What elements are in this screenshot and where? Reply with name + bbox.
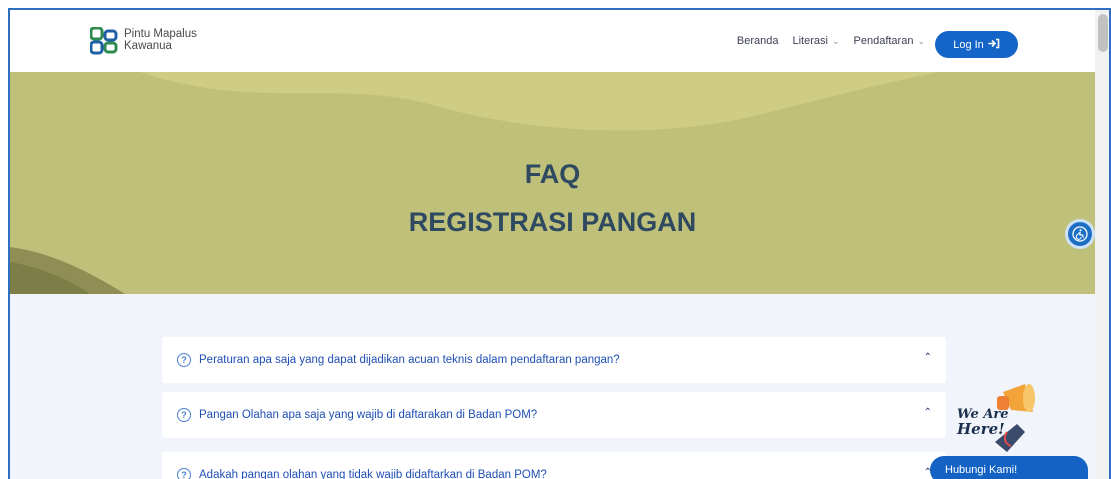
brand-name: Pintu Mapalus Kawanua xyxy=(124,27,197,52)
faq-question: Pangan Olahan apa saja yang wajib di daf… xyxy=(199,409,538,421)
contact-us-button[interactable]: Hubungi Kami! xyxy=(930,456,1088,479)
nav-item-literasi[interactable]: Literasi ⌄ xyxy=(793,35,840,47)
hero-subtitle: REGISTRASI PANGAN xyxy=(408,207,697,237)
chevron-down-icon: ⌄ xyxy=(831,35,840,46)
page-scrollbar[interactable] xyxy=(1095,10,1109,479)
nav-item-pendaftaran[interactable]: Pendaftaran ⌄ xyxy=(854,35,925,47)
logo-icon xyxy=(89,26,118,55)
we-are-here-widget[interactable]: We Are Here! xyxy=(955,382,1045,462)
nav-item-beranda[interactable]: Beranda xyxy=(737,35,779,47)
contact-label: Hubungi Kami! xyxy=(945,464,1018,476)
login-button[interactable]: Log In xyxy=(935,31,1018,58)
browser-viewport: Pintu Mapalus Kawanua Beranda Literasi ⌄… xyxy=(8,8,1111,479)
brand-logo[interactable]: Pintu Mapalus Kawanua xyxy=(89,26,197,55)
question-icon: ? xyxy=(177,353,191,367)
main-nav: Beranda Literasi ⌄ Pendaftaran ⌄ xyxy=(723,35,925,47)
we-are-here-text: We Are Here! xyxy=(957,408,1009,438)
faq-question: Peraturan apa saja yang dapat dijadikan … xyxy=(199,354,620,366)
chevron-up-icon[interactable]: ⌃ xyxy=(924,407,932,418)
nav-label: Pendaftaran xyxy=(853,35,914,47)
scrollbar-thumb[interactable] xyxy=(1098,14,1108,52)
question-icon: ? xyxy=(177,468,191,479)
faq-question: Adakah pangan olahan yang tidak wajib di… xyxy=(199,469,547,479)
faq-item[interactable]: ? Peraturan apa saja yang dapat dijadika… xyxy=(162,337,946,383)
login-label: Log In xyxy=(953,38,984,51)
hero-title: FAQ xyxy=(524,159,581,189)
faq-item[interactable]: ? Adakah pangan olahan yang tidak wajib … xyxy=(162,452,946,479)
brand-line1: Pintu Mapalus xyxy=(124,28,197,40)
brand-line2: Kawanua xyxy=(124,40,172,52)
faq-item[interactable]: ? Pangan Olahan apa saja yang wajib di d… xyxy=(162,392,946,438)
hero-banner: FAQ REGISTRASI PANGAN xyxy=(10,72,1095,294)
site-header: Pintu Mapalus Kawanua Beranda Literasi ⌄… xyxy=(10,10,1095,72)
question-icon: ? xyxy=(177,408,191,422)
login-icon xyxy=(987,38,1000,52)
chevron-up-icon[interactable]: ⌃ xyxy=(924,352,932,363)
chevron-down-icon: ⌄ xyxy=(917,35,925,46)
nav-label: Literasi xyxy=(792,35,828,47)
widget-line2: Here! xyxy=(957,420,1005,438)
accessibility-button[interactable] xyxy=(1065,219,1095,249)
accessibility-icon xyxy=(1072,226,1088,242)
nav-label: Beranda xyxy=(736,35,779,47)
